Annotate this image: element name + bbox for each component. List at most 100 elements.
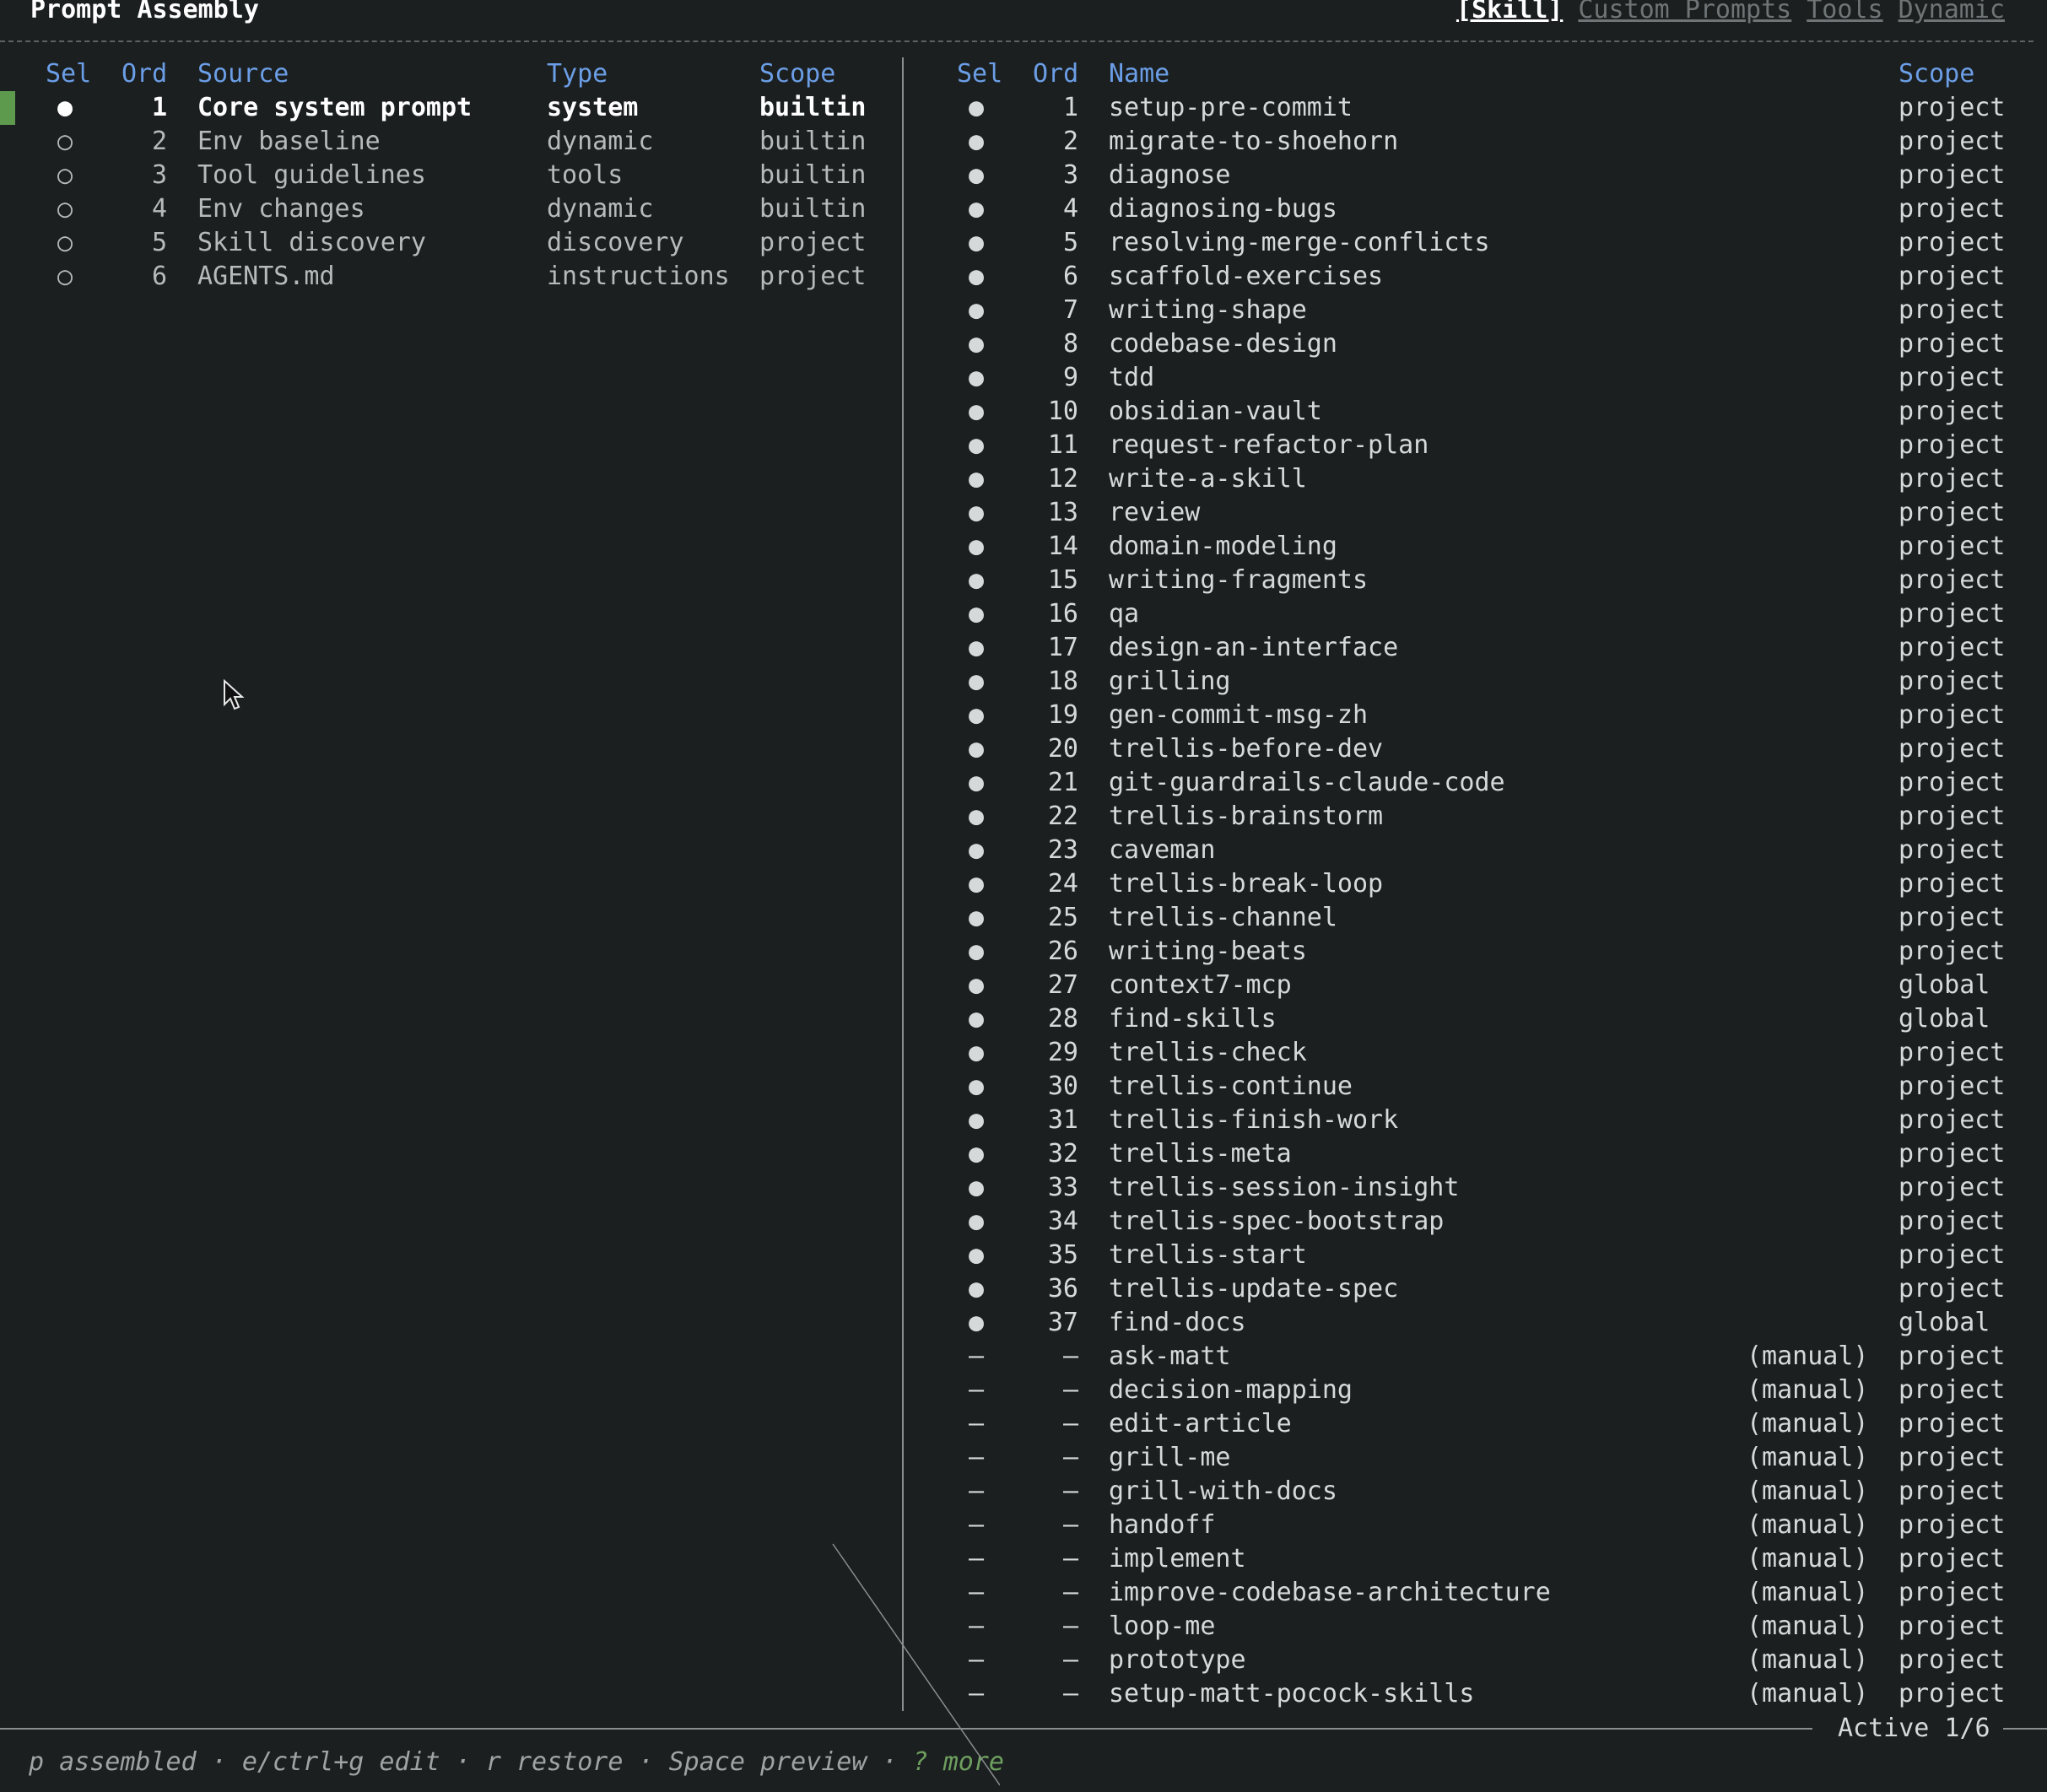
skill-row[interactable]: ● 2 migrate-to-shoehorn project — [911, 125, 2047, 159]
skill-row[interactable]: ● 35 trellis-start project — [911, 1239, 2047, 1272]
row-sel-indicator[interactable]: ● — [969, 429, 984, 462]
skill-row[interactable]: ● 23 caveman project — [911, 834, 2047, 867]
skill-row[interactable]: – – grill-me (manual) project — [911, 1441, 2047, 1475]
row-sel-indicator[interactable]: ● — [969, 834, 984, 867]
row-sel-indicator[interactable]: ● — [969, 496, 984, 530]
source-row[interactable]: ○ 2 Env baseline dynamic builtin — [0, 125, 894, 159]
row-sel-indicator[interactable]: ● — [969, 91, 984, 125]
row-sel-indicator[interactable]: ● — [969, 564, 984, 597]
skill-row[interactable]: – – decision-mapping (manual) project — [911, 1374, 2047, 1407]
row-sel-indicator[interactable]: – — [969, 1340, 984, 1374]
panel-divider[interactable] — [902, 57, 904, 1711]
skill-row[interactable]: ● 14 domain-modeling project — [911, 530, 2047, 564]
row-sel-indicator[interactable]: ● — [969, 1171, 984, 1205]
skill-row[interactable]: ● 3 diagnose project — [911, 159, 2047, 192]
skill-row[interactable]: ● 8 codebase-design project — [911, 327, 2047, 361]
row-sel-indicator[interactable]: ● — [969, 665, 984, 699]
row-sel-indicator[interactable]: ● — [969, 530, 984, 564]
skill-row[interactable]: ● 32 trellis-meta project — [911, 1137, 2047, 1171]
row-sel-indicator[interactable]: ○ — [57, 192, 73, 226]
row-sel-indicator[interactable]: ● — [969, 631, 984, 665]
skill-row[interactable]: ● 9 tdd project — [911, 361, 2047, 395]
row-sel-indicator[interactable]: ● — [969, 1137, 984, 1171]
skill-row[interactable]: ● 17 design-an-interface project — [911, 631, 2047, 665]
row-sel-indicator[interactable]: ○ — [57, 226, 73, 260]
row-sel-indicator[interactable]: ● — [969, 226, 984, 260]
skill-row[interactable]: – – improve-codebase-architecture (manual) p… — [911, 1576, 2047, 1610]
skill-row[interactable]: ● 30 trellis-continue project — [911, 1070, 2047, 1104]
row-sel-indicator[interactable]: ● — [969, 125, 984, 159]
skill-row[interactable]: ● 29 trellis-check project — [911, 1036, 2047, 1070]
row-sel-indicator[interactable]: ● — [969, 597, 984, 631]
row-sel-indicator[interactable]: ○ — [57, 125, 73, 159]
row-sel-indicator[interactable]: – — [969, 1509, 984, 1542]
row-sel-indicator[interactable]: ● — [969, 1070, 984, 1104]
row-sel-indicator[interactable]: ● — [969, 159, 984, 192]
skill-row[interactable]: – – edit-article (manual) project — [911, 1407, 2047, 1441]
row-sel-indicator[interactable]: ● — [969, 699, 984, 732]
row-sel-indicator[interactable]: ● — [969, 327, 984, 361]
row-sel-indicator[interactable]: ● — [969, 192, 984, 226]
row-sel-indicator[interactable]: ● — [969, 766, 984, 800]
skill-row[interactable]: ● 19 gen-commit-msg-zh project — [911, 699, 2047, 732]
skill-row[interactable]: ● 25 trellis-channel project — [911, 901, 2047, 935]
row-sel-indicator[interactable]: – — [969, 1374, 984, 1407]
row-sel-indicator[interactable]: ● — [969, 361, 984, 395]
skill-row[interactable]: ● 36 trellis-update-spec project — [911, 1272, 2047, 1306]
row-sel-indicator[interactable]: ● — [969, 1002, 984, 1036]
skill-row[interactable]: ● 7 writing-shape project — [911, 294, 2047, 327]
source-row[interactable]: ○ 5 Skill discovery discovery project — [0, 226, 894, 260]
skill-row[interactable]: – – implement (manual) project — [911, 1542, 2047, 1576]
skill-row[interactable]: ● 31 trellis-finish-work project — [911, 1104, 2047, 1137]
row-sel-indicator[interactable]: ● — [57, 91, 73, 125]
source-row[interactable]: ● 1 Core system prompt system builtin — [0, 91, 894, 125]
skill-row[interactable]: ● 12 write-a-skill project — [911, 462, 2047, 496]
skill-row[interactable]: ● 26 writing-beats project — [911, 935, 2047, 969]
skill-row[interactable]: ● 11 request-refactor-plan project — [911, 429, 2047, 462]
skill-row[interactable]: ● 18 grilling project — [911, 665, 2047, 699]
row-sel-indicator[interactable]: ● — [969, 732, 984, 766]
row-sel-indicator[interactable]: – — [969, 1475, 984, 1509]
row-sel-indicator[interactable]: ● — [969, 260, 984, 294]
skill-row[interactable]: ● 22 trellis-brainstorm project — [911, 800, 2047, 834]
skill-row[interactable]: ● 13 review project — [911, 496, 2047, 530]
row-sel-indicator[interactable]: ● — [969, 462, 984, 496]
skill-row[interactable]: ● 28 find-skills global — [911, 1002, 2047, 1036]
skill-row[interactable]: ● 10 obsidian-vault project — [911, 395, 2047, 429]
row-sel-indicator[interactable]: ● — [969, 1036, 984, 1070]
row-sel-indicator[interactable]: ● — [969, 901, 984, 935]
row-sel-indicator[interactable]: ● — [969, 867, 984, 901]
row-sel-indicator[interactable]: ● — [969, 800, 984, 834]
skill-row[interactable]: – – grill-with-docs (manual) project — [911, 1475, 2047, 1509]
row-sel-indicator[interactable]: ● — [969, 395, 984, 429]
tab-tools[interactable]: Tools — [1807, 0, 1882, 24]
source-row[interactable]: ○ 3 Tool guidelines tools builtin — [0, 159, 894, 192]
skill-row[interactable]: ● 27 context7-mcp global — [911, 969, 2047, 1002]
tab-skill[interactable]: [Skill] — [1456, 0, 1563, 24]
skill-row[interactable]: ● 15 writing-fragments project — [911, 564, 2047, 597]
row-sel-indicator[interactable]: ○ — [57, 260, 73, 294]
row-sel-indicator[interactable]: ● — [969, 1205, 984, 1239]
row-sel-indicator[interactable]: ● — [969, 294, 984, 327]
row-sel-indicator[interactable]: ● — [969, 1272, 984, 1306]
row-sel-indicator[interactable]: – — [969, 1441, 984, 1475]
skill-row[interactable]: ● 24 trellis-break-loop project — [911, 867, 2047, 901]
skill-row[interactable]: ● 34 trellis-spec-bootstrap project — [911, 1205, 2047, 1239]
skill-row[interactable]: ● 6 scaffold-exercises project — [911, 260, 2047, 294]
tab-custom-prompts[interactable]: Custom Prompts — [1578, 0, 1791, 24]
row-sel-indicator[interactable]: ● — [969, 935, 984, 969]
skill-row[interactable]: ● 1 setup-pre-commit project — [911, 91, 2047, 125]
row-sel-indicator[interactable]: ● — [969, 1239, 984, 1272]
skill-row[interactable]: ● 21 git-guardrails-claude-code project — [911, 766, 2047, 800]
skill-row[interactable]: ● 20 trellis-before-dev project — [911, 732, 2047, 766]
row-sel-indicator[interactable]: ● — [969, 1104, 984, 1137]
tab-dynamic[interactable]: Dynamic — [1898, 0, 2005, 24]
skill-row[interactable]: ● 37 find-docs global — [911, 1306, 2047, 1340]
row-sel-indicator[interactable]: ● — [969, 1306, 984, 1340]
skill-row[interactable]: – – handoff (manual) project — [911, 1509, 2047, 1542]
row-sel-indicator[interactable]: – — [969, 1407, 984, 1441]
skill-row[interactable]: ● 33 trellis-session-insight project — [911, 1171, 2047, 1205]
skill-row[interactable]: – – setup-matt-pocock-skills (manual) projec… — [911, 1677, 2047, 1711]
skill-row[interactable]: ● 5 resolving-merge-conflicts project — [911, 226, 2047, 260]
source-row[interactable]: ○ 4 Env changes dynamic builtin — [0, 192, 894, 226]
